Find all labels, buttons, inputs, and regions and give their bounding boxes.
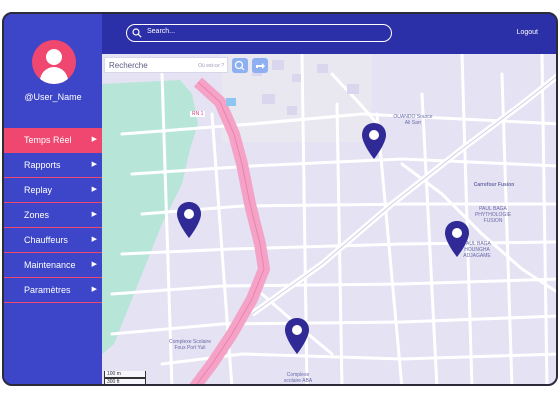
sidebar-item-temps-reel[interactable]: Temps Réel ▶ — [4, 128, 102, 153]
sidebar-menu: Temps Réel ▶ Rapports ▶ Replay ▶ Zones ▶… — [4, 128, 102, 303]
sidebar-item-label: Rapports — [24, 160, 61, 170]
map-pin-icon[interactable] — [176, 201, 202, 239]
map-search-label: Recherche — [109, 61, 148, 70]
chevron-right-icon: ▶ — [91, 236, 97, 243]
map-directions-button[interactable] — [252, 58, 268, 73]
user-avatar-icon[interactable] — [32, 40, 76, 84]
sidebar-item-parametres[interactable]: Paramètres ▶ — [4, 278, 102, 303]
chevron-right-icon: ▶ — [91, 136, 97, 143]
poi-label: Complexe Scolaire Foux Port Yuli — [169, 339, 211, 351]
app-frame: @User_Name Temps Réel ▶ Rapports ▶ Repla… — [2, 12, 558, 386]
sidebar-item-label: Temps Réel — [24, 135, 72, 145]
chevron-right-icon: ▶ — [91, 286, 97, 293]
sidebar-item-label: Replay — [24, 185, 53, 195]
map-search-hint: Où est-ce ? — [198, 63, 224, 69]
chevron-right-icon: ▶ — [91, 161, 97, 168]
username: @User_Name — [24, 92, 82, 102]
sidebar: @User_Name Temps Réel ▶ Rapports ▶ Repla… — [4, 14, 102, 384]
top-bar: Search... Logout — [102, 14, 556, 54]
poi-label: Carrefour Fusion — [473, 182, 515, 188]
sidebar-item-label: Zones — [24, 210, 50, 220]
logout-button[interactable]: Logout — [517, 29, 538, 36]
sidebar-item-label: Maintenance — [24, 260, 76, 270]
poi-label: Complexe scolaire ABA — [283, 372, 313, 384]
road-label: RN 1 — [190, 111, 206, 117]
map-pin-icon[interactable] — [444, 220, 470, 258]
zoom-search-icon — [234, 60, 245, 71]
map-pin-icon[interactable] — [361, 122, 387, 160]
chevron-right-icon: ▶ — [91, 186, 97, 193]
sidebar-item-label: Paramètres — [24, 285, 71, 295]
map-pin-icon[interactable] — [284, 317, 310, 355]
scale-imperial: 300 ft — [104, 378, 146, 384]
chevron-right-icon: ▶ — [91, 211, 97, 218]
chevron-right-icon: ▶ — [91, 261, 97, 268]
sidebar-item-chauffeurs[interactable]: Chauffeurs ▶ — [4, 228, 102, 253]
search-placeholder: Search... — [147, 28, 176, 35]
search-input[interactable]: Search... — [126, 24, 392, 42]
directions-icon — [256, 63, 265, 69]
map-search-field[interactable]: Recherche Où est-ce ? — [104, 57, 228, 73]
map-scale: 100 m 300 ft — [104, 371, 146, 384]
sidebar-item-replay[interactable]: Replay ▶ — [4, 178, 102, 203]
map-search-button[interactable] — [232, 58, 248, 73]
poi-label: PAUL BAGA PHYTHOLOGIE FUSION — [474, 206, 512, 224]
sidebar-item-label: Chauffeurs — [24, 235, 68, 245]
scale-metric: 100 m — [104, 371, 146, 378]
map-view[interactable]: Recherche Où est-ce ? RN 1 OUANDO Source… — [102, 54, 556, 384]
sidebar-item-rapports[interactable]: Rapports ▶ — [4, 153, 102, 178]
sidebar-item-maintenance[interactable]: Maintenance ▶ — [4, 253, 102, 278]
sidebar-item-zones[interactable]: Zones ▶ — [4, 203, 102, 228]
poi-label: OUANDO Source Ali Sarr — [393, 114, 433, 126]
search-icon — [132, 28, 142, 38]
